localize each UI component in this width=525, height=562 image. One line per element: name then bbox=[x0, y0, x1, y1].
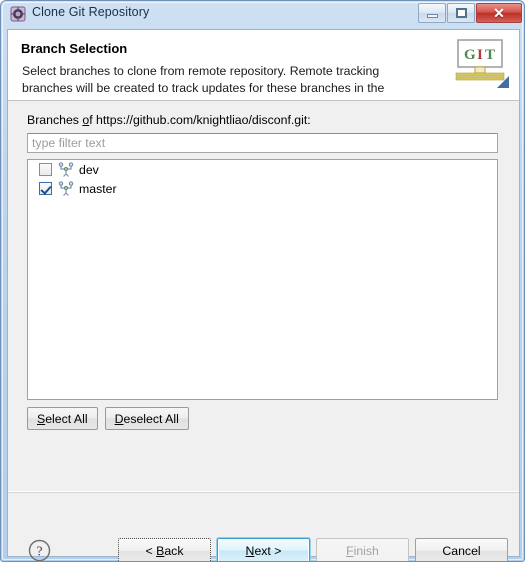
wizard-header: Branch Selection Select branches to clon… bbox=[8, 30, 519, 101]
git-wizard-logo: G I T bbox=[451, 38, 509, 90]
select-all-mnemonic: S bbox=[37, 411, 46, 426]
list-item[interactable]: master bbox=[28, 179, 497, 198]
page-description: Select branches to clone from remote rep… bbox=[22, 64, 385, 95]
svg-text:?: ? bbox=[36, 545, 42, 560]
branch-checkbox[interactable] bbox=[39, 163, 52, 176]
select-all-button[interactable]: Select All bbox=[27, 407, 98, 430]
branches-label-suffix: f https://github.com/knightliao/disconf.… bbox=[89, 113, 311, 127]
title-bar[interactable]: Clone Git Repository ✕ bbox=[1, 1, 524, 28]
branch-list[interactable]: dev master bbox=[27, 159, 498, 400]
minimize-icon bbox=[426, 14, 438, 18]
window-controls: ✕ bbox=[417, 3, 522, 24]
window-title: Clone Git Repository bbox=[32, 5, 150, 19]
branch-checkbox[interactable] bbox=[39, 182, 52, 195]
svg-text:G: G bbox=[464, 47, 476, 63]
svg-text:T: T bbox=[485, 47, 495, 63]
deselect-all-label: eselect All bbox=[123, 411, 179, 426]
footer-separator bbox=[8, 491, 519, 493]
maximize-icon bbox=[455, 8, 467, 18]
cancel-label: Cancel bbox=[442, 544, 481, 558]
list-item[interactable]: dev bbox=[28, 160, 497, 179]
git-repo-icon bbox=[10, 6, 26, 22]
help-question-icon[interactable]: ? bbox=[28, 539, 51, 561]
next-label: ext > bbox=[254, 544, 282, 558]
minimize-button[interactable] bbox=[418, 3, 446, 23]
finish-button: Finish bbox=[316, 538, 409, 561]
branches-label: Branches of https://github.com/knightlia… bbox=[27, 113, 311, 127]
clone-git-repository-dialog: Clone Git Repository ✕ Branch Selection … bbox=[0, 0, 525, 562]
branch-name: master bbox=[79, 181, 117, 196]
dialog-client-area: Branch Selection Select branches to clon… bbox=[7, 29, 520, 561]
wizard-nav-buttons: < Back Next > Finish Cancel bbox=[118, 538, 508, 561]
selection-buttons: Select All Deselect All bbox=[27, 407, 189, 430]
branch-name: dev bbox=[79, 162, 99, 177]
page-title: Branch Selection bbox=[21, 41, 128, 56]
close-button[interactable]: ✕ bbox=[476, 3, 522, 23]
filter-input[interactable] bbox=[27, 133, 498, 153]
branch-icon bbox=[58, 180, 74, 197]
back-prefix: < bbox=[145, 544, 157, 558]
cancel-button[interactable]: Cancel bbox=[415, 538, 508, 561]
branches-label-prefix: Branches bbox=[27, 113, 83, 127]
back-label: ack bbox=[164, 544, 184, 558]
deselect-all-button[interactable]: Deselect All bbox=[104, 407, 189, 430]
finish-mnemonic: F bbox=[346, 544, 354, 558]
svg-text:I: I bbox=[477, 47, 483, 63]
next-button[interactable]: Next > bbox=[217, 538, 310, 561]
back-button[interactable]: < Back bbox=[118, 538, 211, 561]
branch-icon bbox=[58, 161, 74, 178]
close-icon: ✕ bbox=[493, 4, 505, 21]
select-all-label: elect All bbox=[45, 411, 88, 426]
finish-label: inish bbox=[353, 544, 379, 558]
maximize-button[interactable] bbox=[447, 3, 475, 23]
